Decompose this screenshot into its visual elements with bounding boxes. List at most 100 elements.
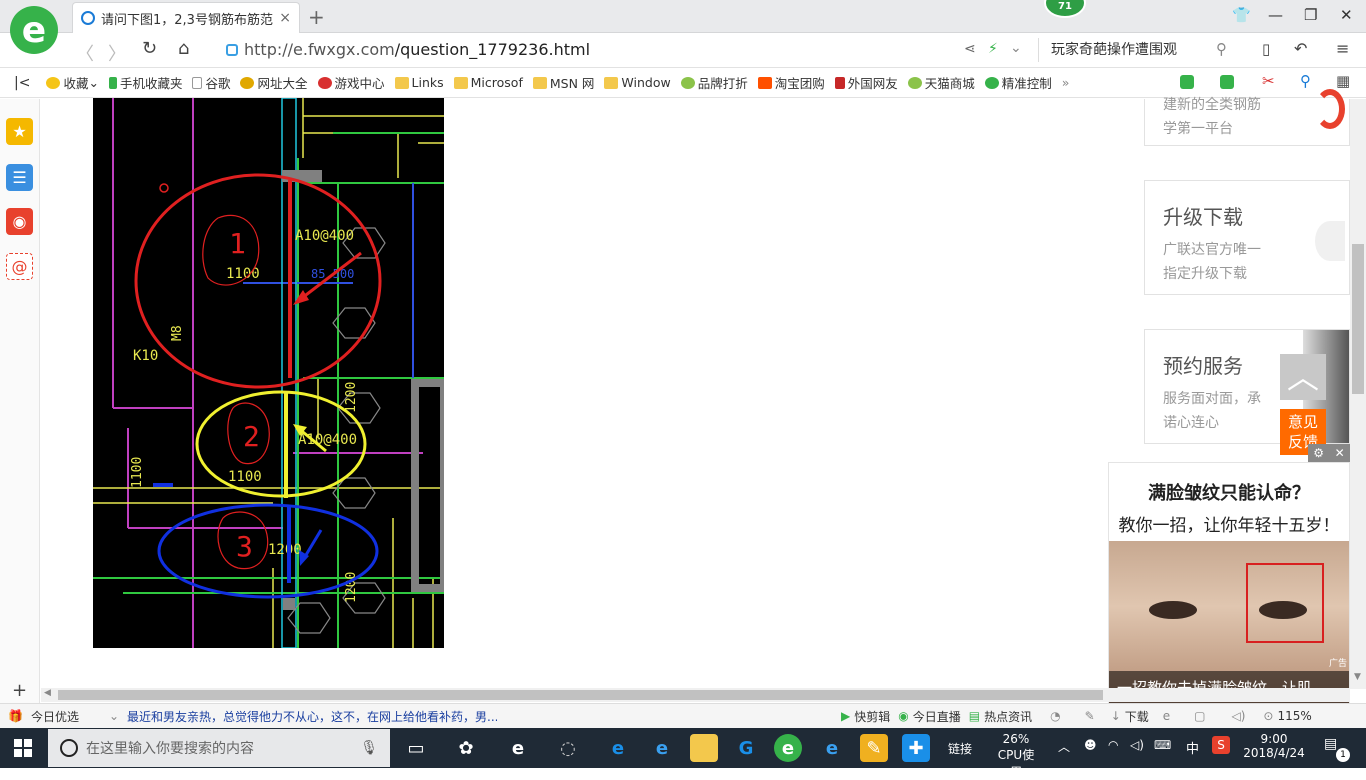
file-explorer-icon[interactable] [690, 734, 718, 762]
magnifier-icon[interactable]: ⚲ [1300, 72, 1311, 90]
glodon-icon[interactable]: G [732, 734, 760, 762]
edge-legacy-icon[interactable]: e [504, 734, 532, 762]
apps-grid-icon[interactable]: ▦ [1336, 72, 1350, 90]
weibo-icon[interactable]: ◉ [6, 208, 33, 235]
sidebar-toggle-icon[interactable]: |< [14, 75, 30, 91]
mobile-icon[interactable]: ▯ [1262, 40, 1270, 58]
bookmark-overflow-icon[interactable]: » [1062, 75, 1070, 90]
chevron-down-icon[interactable]: ⌄ [109, 709, 119, 723]
notification-center-icon[interactable]: ▤ [1324, 736, 1337, 752]
ad-settings-icon[interactable]: ⚙ [1313, 446, 1324, 460]
keyboard-icon[interactable]: ⌨ [1154, 738, 1171, 752]
back-to-top-button[interactable]: ︿ [1280, 354, 1326, 400]
chevron-down-icon[interactable]: ⌄ [1010, 40, 1022, 56]
today-picks-link[interactable]: 今日优选 [31, 708, 79, 725]
forward-button[interactable]: 〉 [108, 40, 126, 66]
clock-date: 2018/4/24 [1243, 746, 1305, 760]
minimize-button[interactable]: — [1268, 6, 1283, 24]
tray-expand-icon[interactable]: ︿ [1058, 738, 1070, 755]
sogou-ime-icon[interactable]: S [1212, 736, 1230, 754]
new-tab-button[interactable]: + [308, 5, 325, 29]
ad-close-icon[interactable]: ✕ [1335, 446, 1345, 460]
ad-headline-2: 教你一招，让你年轻十五岁！ [1118, 516, 1340, 536]
link-label[interactable]: 链接 [948, 740, 972, 757]
scissors-icon[interactable]: ✂ [1262, 72, 1275, 90]
scroll-down-arrow-icon[interactable]: ▼ [1354, 672, 1361, 682]
bookmark-microsoft[interactable]: Microsof [453, 75, 523, 90]
menu-icon[interactable]: ≡ [1336, 39, 1349, 58]
horizontal-scrollbar-thumb[interactable] [58, 690, 1103, 700]
cpu-monitor[interactable]: 26% CPU使用 [992, 732, 1040, 780]
pinwheel-icon[interactable]: ✿ [452, 734, 480, 762]
windows-start-icon[interactable] [14, 739, 32, 757]
search-input[interactable]: 玩家奇葩操作遭围观 [1038, 38, 1244, 62]
favorites-star-icon[interactable]: ★ [6, 118, 33, 145]
lightning-icon[interactable]: ⚡ [988, 41, 998, 57]
zoom-level[interactable]: 115% [1277, 709, 1311, 723]
promo-card-top[interactable]: 建新的全类钢筋 学第一平台 [1144, 89, 1350, 146]
bookmark-taobao[interactable]: 淘宝团购 [757, 73, 825, 92]
vertical-scrollbar-thumb[interactable] [1352, 244, 1364, 394]
restore-button[interactable]: ❐ [1304, 6, 1317, 24]
clock[interactable]: 9:00 2018/4/24 [1242, 732, 1306, 760]
live-link[interactable]: 今日直播 [913, 708, 961, 725]
bookmark-url-directory[interactable]: 网址大全 [240, 73, 308, 92]
volume-tray-icon[interactable]: ◁) [1130, 738, 1144, 752]
reader-icon[interactable]: ☰ [6, 164, 33, 191]
bookmark-tmall[interactable]: 天猫商城 [907, 73, 975, 92]
ad-headline-1: 满脸皱纹只能认命？ [1148, 483, 1310, 504]
window-icon[interactable]: ▢ [1194, 709, 1205, 723]
bookmark-links[interactable]: Links [394, 75, 444, 90]
scroll-left-arrow-icon[interactable]: ◀ [44, 688, 51, 698]
add-sidebar-button[interactable]: + [12, 680, 27, 701]
bookmark-foreign-netizens[interactable]: 外国网友 [834, 73, 898, 92]
pin-icon[interactable]: ✎ [1085, 709, 1095, 723]
ie-pinned-icon[interactable]: e [818, 734, 846, 762]
ie-mode-icon[interactable]: e [1163, 709, 1170, 723]
bookmark-mobile[interactable]: 手机收藏夹 [108, 73, 182, 92]
vertical-scrollbar[interactable] [1350, 99, 1366, 689]
bookmark-windows[interactable]: Window [604, 75, 671, 90]
bookmark-precise-control[interactable]: 精准控制 [984, 73, 1052, 92]
speed-icon[interactable]: ◔ [1050, 709, 1060, 723]
news-ticker-link[interactable]: 最近和男友亲热，总觉得他力不从心，这不，在网上给他看补药，男... [127, 708, 497, 725]
360-browser-taskbar-icon[interactable]: e [774, 734, 802, 762]
edge-icon[interactable]: e [604, 734, 632, 762]
notes-app-icon[interactable]: ✎ [860, 734, 888, 762]
bookmark-brand-discount[interactable]: 品牌打折 [680, 73, 748, 92]
hot-news-link[interactable]: 热点资讯 [984, 708, 1032, 725]
task-view-icon[interactable]: ▭ [402, 734, 430, 762]
close-window-button[interactable]: ✕ [1340, 6, 1353, 24]
bookmark-google[interactable]: 谷歌 [192, 73, 230, 92]
people-icon[interactable]: ☻ [1084, 738, 1097, 752]
undo-icon[interactable]: ↶ [1294, 39, 1307, 58]
volume-icon[interactable]: ◁) [1232, 709, 1246, 723]
bookmark-msn[interactable]: MSN 网 [532, 73, 594, 92]
url-field[interactable]: http://e.fwxgx.com/question_1779236.html [226, 40, 590, 59]
ime-indicator[interactable]: 中 [1186, 738, 1199, 757]
remote-assist-icon[interactable]: ✚ [902, 734, 930, 762]
upgrade-download-card[interactable]: 升级下载 广联达官方唯一 指定升级下载 [1144, 180, 1350, 295]
browser-logo-icon[interactable]: e [10, 6, 58, 54]
refresh-icon[interactable]: ↻ [142, 38, 157, 59]
bookmark-game-center[interactable]: 游戏中心 [317, 73, 385, 92]
tab-close-button[interactable]: × [279, 10, 291, 26]
translate-icon[interactable] [1220, 75, 1234, 89]
wifi-icon[interactable]: ◠ [1108, 738, 1118, 752]
taskbar-search-input[interactable]: 在这里输入你要搜索的内容 🎙 [48, 729, 390, 767]
ad-banner[interactable]: 满脸皱纹只能认命？ 教你一招，让你年轻十五岁！ 一招教你去掉满脸皱纹，让肌...… [1108, 462, 1350, 704]
home-icon[interactable]: ⌂ [178, 38, 189, 59]
shield-icon[interactable] [1180, 75, 1194, 89]
kuaijian-link[interactable]: 快剪辑 [854, 708, 890, 725]
tab-active[interactable]: 请问下图1，2,3号钢筋布筋范围 × [72, 2, 300, 33]
search-icon[interactable]: ⚲ [1216, 40, 1227, 58]
email-icon[interactable]: @ [6, 253, 33, 280]
microphone-icon[interactable]: 🎙 [360, 740, 378, 756]
share-icon[interactable]: ⋖ [964, 41, 976, 57]
skin-icon[interactable]: 👕 [1232, 6, 1251, 24]
swirl-app-icon[interactable]: ◌ [554, 734, 582, 762]
back-button[interactable]: 〈 [76, 40, 94, 66]
bookmark-favorites[interactable]: 收藏 ⌄ [46, 73, 99, 92]
ie-taskbar-icon[interactable]: e [648, 734, 676, 762]
download-link[interactable]: 下载 [1125, 708, 1149, 725]
